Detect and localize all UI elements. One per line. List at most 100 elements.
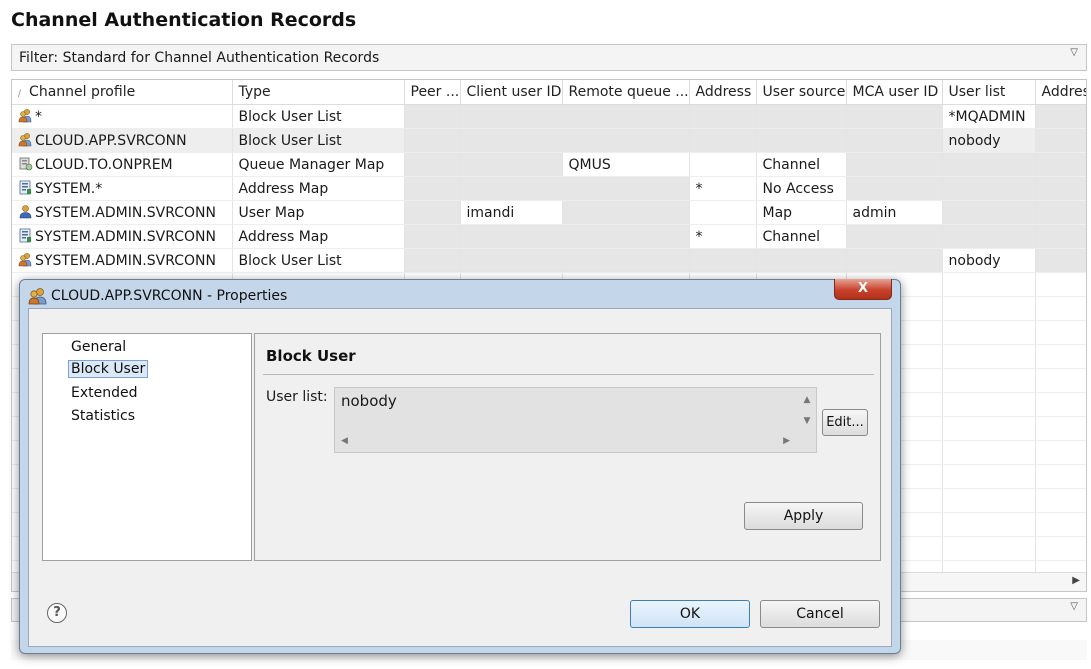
horizontal-scrollbar[interactable]: ◀ ▶	[339, 435, 798, 449]
scroll-up-icon[interactable]: ▲	[800, 390, 814, 411]
table-cell	[1035, 296, 1086, 321]
table-cell	[942, 296, 1036, 321]
table-cell	[1035, 248, 1086, 273]
table-cell	[404, 104, 461, 129]
table-cell	[562, 224, 690, 249]
table-cell	[1035, 488, 1086, 513]
column-header[interactable]: MCA user ID	[846, 80, 943, 105]
table-row[interactable]: * Block User List *MQADMIN	[12, 104, 1086, 129]
filter-bar[interactable]: Filter: Standard for Channel Authenticat…	[11, 44, 1087, 71]
table-cell: SYSTEM.ADMIN.SVRCONN	[12, 248, 233, 273]
table-cell	[1035, 152, 1086, 177]
table-cell	[562, 176, 690, 201]
help-icon[interactable]: ?	[47, 603, 67, 623]
user-group-icon	[18, 132, 33, 147]
table-row[interactable]: CLOUD.APP.SVRCONN Block User List nobody	[12, 128, 1086, 153]
cancel-button[interactable]: Cancel	[760, 600, 880, 628]
scroll-left-icon[interactable]: ◀	[341, 436, 348, 446]
column-header[interactable]: ∕ Channel profile	[12, 80, 233, 105]
column-header[interactable]: User source	[756, 80, 847, 105]
cell-text: Map	[762, 204, 793, 221]
table-cell	[756, 104, 847, 129]
table-cell: CLOUD.TO.ONPREM	[12, 152, 233, 177]
cell-text: SYSTEM.ADMIN.SVRCONN	[35, 229, 216, 245]
cell-text: *MQADMIN	[948, 108, 1026, 125]
column-label: Channel profile	[29, 84, 136, 100]
close-button[interactable]: X	[834, 279, 892, 300]
column-label: Type	[238, 84, 271, 100]
cell-text: nobody	[948, 252, 1001, 269]
cell-text: Address Map	[238, 228, 329, 245]
cell-text: SYSTEM.*	[35, 181, 103, 197]
nav-item-statistics[interactable]: Statistics	[68, 407, 138, 425]
table-cell: SYSTEM.*	[12, 176, 233, 201]
chevron-down-icon[interactable]: ▽	[1070, 47, 1078, 58]
dialog-client-area: General Block User Extended Statistics B…	[28, 308, 892, 647]
table-cell	[942, 416, 1036, 441]
table-cell	[404, 152, 461, 177]
column-label: Remote queue ...	[568, 84, 689, 100]
table-cell	[1035, 104, 1086, 129]
table-cell	[942, 488, 1036, 513]
table-cell	[1035, 416, 1086, 441]
table-cell: Address Map	[232, 224, 405, 249]
table-cell	[1035, 224, 1086, 249]
nav-item-block-user[interactable]: Block User	[68, 360, 149, 378]
table-cell: Queue Manager Map	[232, 152, 405, 177]
table-row[interactable]: SYSTEM.* Address Map * No Access	[12, 176, 1086, 201]
user-list-value: nobody	[341, 392, 397, 410]
column-header[interactable]: Client user ID	[460, 80, 563, 105]
table-cell: Block User List	[232, 128, 405, 153]
nav-item-general[interactable]: General	[68, 338, 129, 356]
column-header[interactable]: User list	[942, 80, 1036, 105]
table-cell	[562, 128, 690, 153]
column-header[interactable]: Peer ...	[404, 80, 461, 105]
apply-button[interactable]: Apply	[744, 502, 863, 530]
table-cell: CLOUD.APP.SVRCONN	[12, 128, 233, 153]
column-header[interactable]: Type	[232, 80, 405, 105]
table-cell	[1035, 536, 1086, 561]
scroll-down-icon[interactable]: ▼	[800, 411, 814, 432]
table-cell	[1035, 392, 1086, 417]
chevron-down-icon[interactable]: ▽	[1070, 601, 1078, 612]
cell-text: Block User List	[238, 132, 342, 149]
table-cell	[846, 248, 943, 273]
table-cell	[942, 440, 1036, 465]
edit-button[interactable]: Edit...	[822, 409, 868, 436]
column-label: Peer ...	[410, 84, 460, 100]
table-row[interactable]: SYSTEM.ADMIN.SVRCONN User Map imandi Map adm…	[12, 200, 1086, 225]
table-cell: Channel	[756, 224, 847, 249]
scroll-right-icon[interactable]: ▶	[1072, 575, 1080, 586]
user-list-field[interactable]: nobody ▲ ▼ ◀ ▶	[334, 387, 817, 453]
table-row[interactable]: SYSTEM.ADMIN.SVRCONN Address Map * Channel	[12, 224, 1086, 249]
cell-text: Block User List	[238, 108, 342, 125]
table-cell: SYSTEM.ADMIN.SVRCONN	[12, 224, 233, 249]
table-cell	[942, 272, 1036, 297]
column-header[interactable]: Address	[689, 80, 757, 105]
nav-item-extended[interactable]: Extended	[68, 384, 141, 402]
column-header[interactable]: Remote queue ...	[562, 80, 690, 105]
column-header[interactable]: Addres	[1035, 80, 1086, 105]
cell-text: nobody	[948, 132, 1001, 149]
table-cell	[942, 536, 1036, 561]
table-cell: *MQADMIN	[942, 104, 1036, 129]
table-cell	[846, 104, 943, 129]
cell-text: CLOUD.TO.ONPREM	[35, 157, 173, 173]
user-group-icon	[18, 252, 33, 267]
filter-label: Filter: Standard for Channel Authenticat…	[19, 50, 380, 66]
table-cell	[404, 176, 461, 201]
table-cell	[942, 344, 1036, 369]
table-cell	[942, 176, 1036, 201]
vertical-scrollbar[interactable]: ▲ ▼	[800, 390, 814, 434]
table-row[interactable]: CLOUD.TO.ONPREM Queue Manager Map QMUS Chan…	[12, 152, 1086, 177]
table-cell: *	[689, 224, 757, 249]
table-cell	[562, 248, 690, 273]
scroll-right-icon[interactable]: ▶	[783, 436, 790, 446]
cell-text: Address Map	[238, 180, 329, 197]
table-cell	[942, 320, 1036, 345]
ok-button[interactable]: OK	[630, 600, 750, 628]
divider	[263, 374, 874, 375]
cell-text: *	[695, 180, 703, 197]
user-group-icon	[28, 287, 48, 309]
table-row[interactable]: SYSTEM.ADMIN.SVRCONN Block User List nobod…	[12, 248, 1086, 273]
